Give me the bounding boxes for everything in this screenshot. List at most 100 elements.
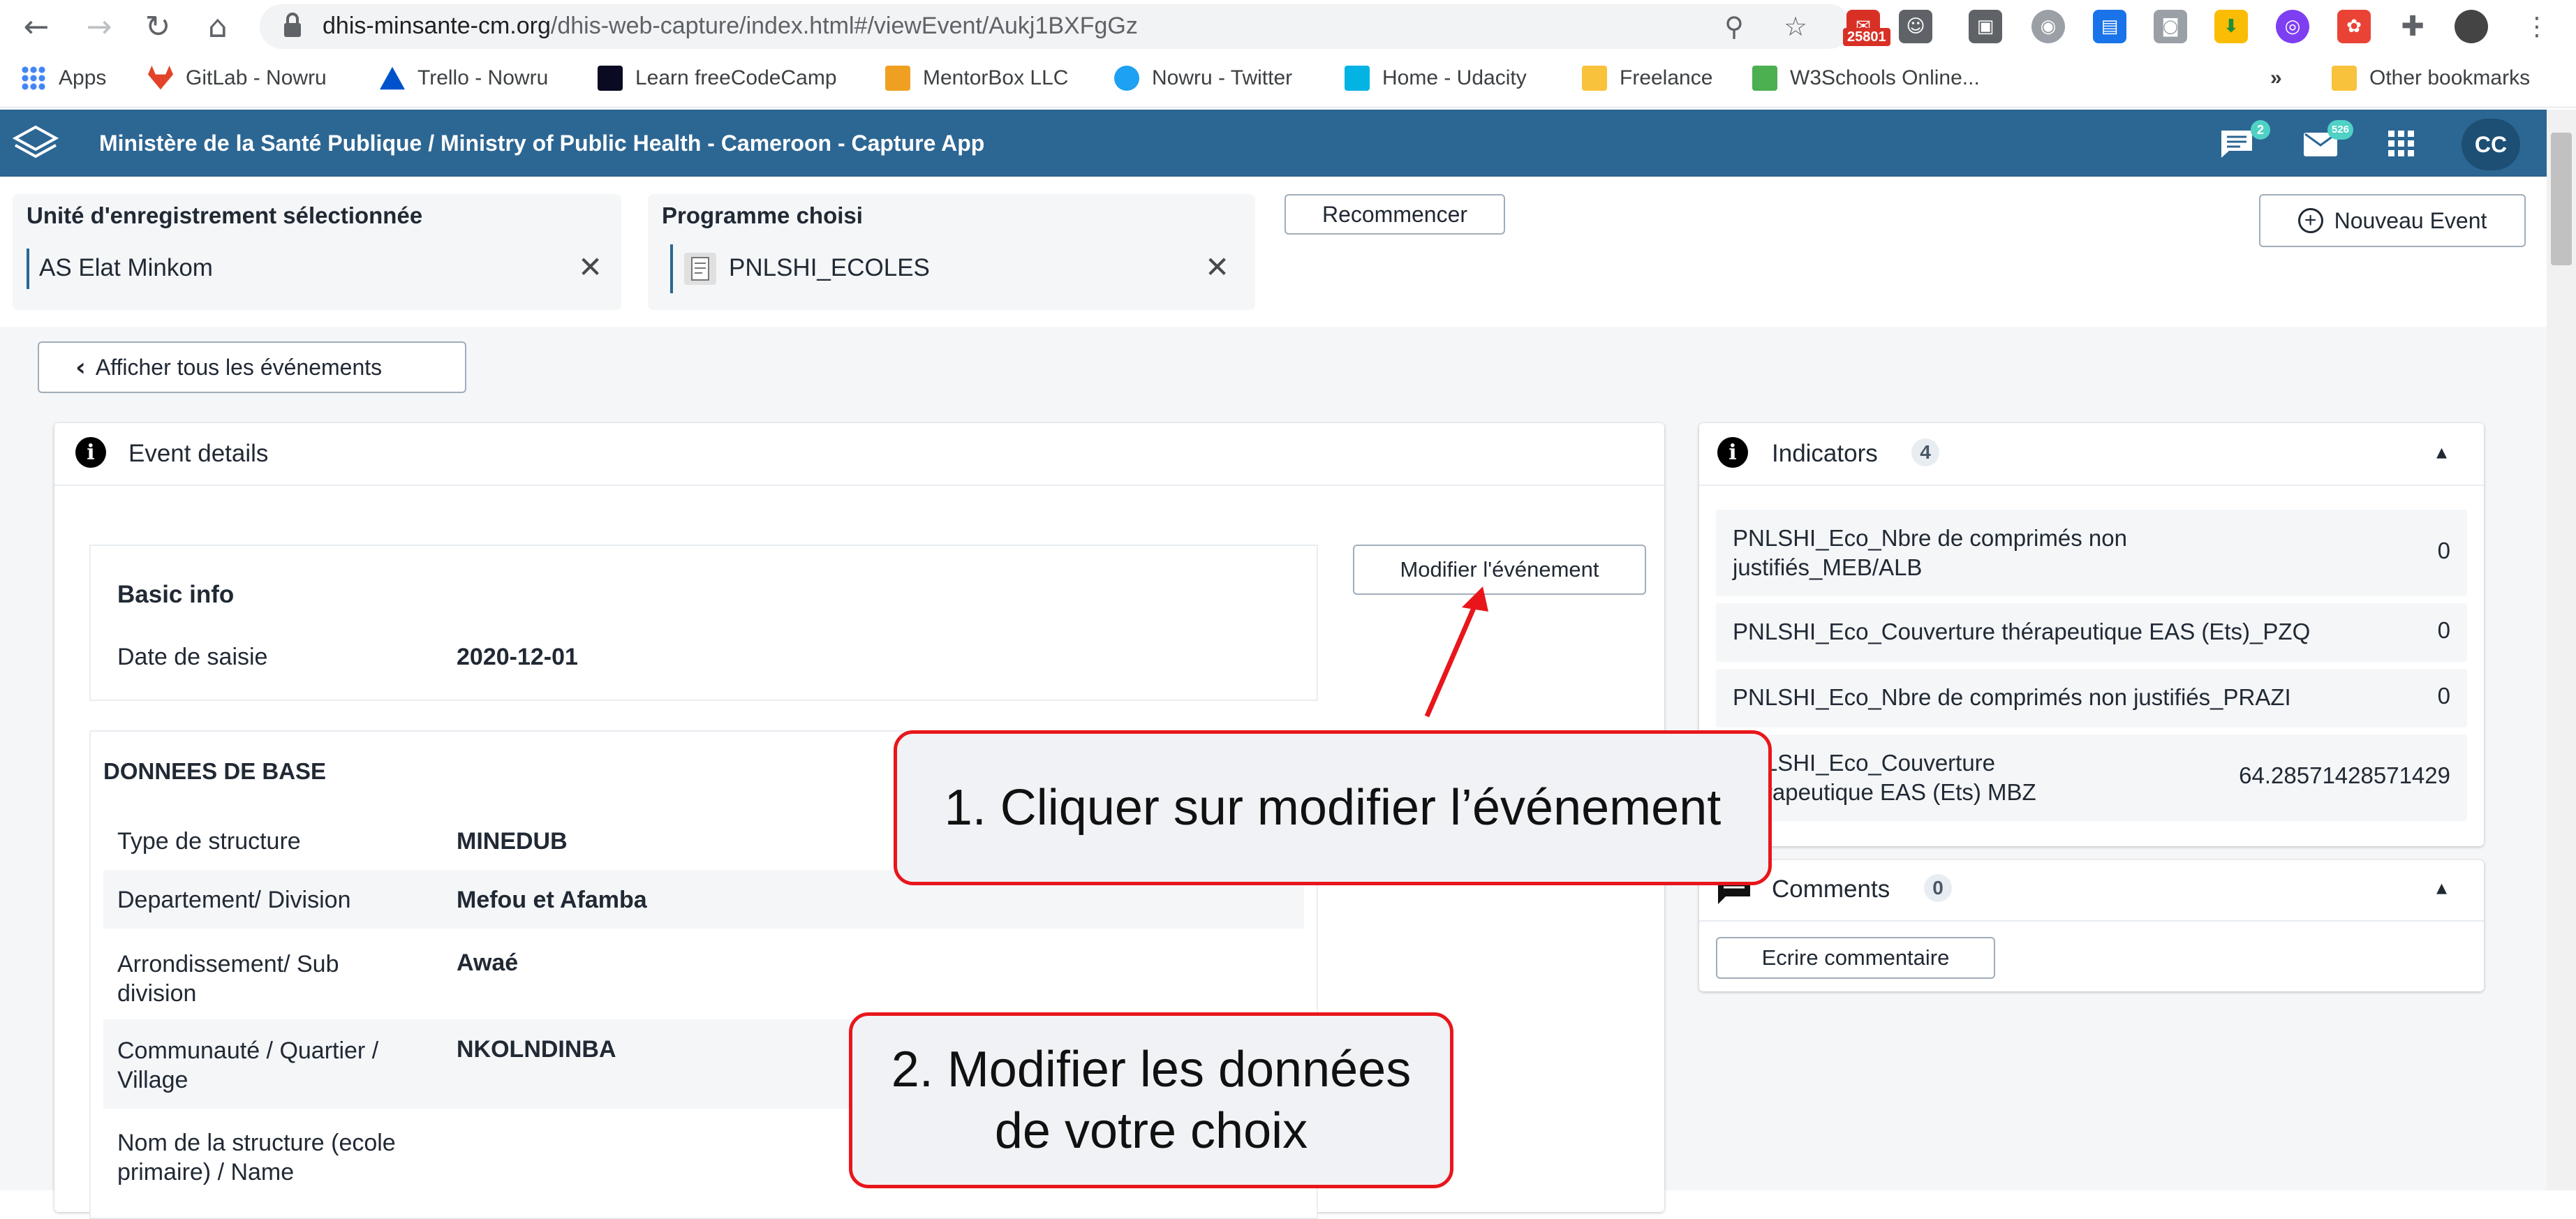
download-extension-icon[interactable]: ⬇ (2214, 10, 2248, 43)
clear-program-icon[interactable]: ✕ (1205, 250, 1229, 284)
extension-icon[interactable]: ✿ (2337, 10, 2371, 43)
apps-grid-icon (21, 66, 46, 91)
restart-button[interactable]: Recommencer (1285, 194, 1505, 235)
w3schools-icon (1752, 66, 1777, 91)
freecodecamp-icon (598, 66, 623, 91)
field-label: Date de saisie (117, 644, 268, 670)
collapse-chevron-icon[interactable]: ▴ (2436, 440, 2447, 464)
gitlab-icon (148, 66, 173, 90)
info-icon: i (75, 437, 106, 468)
home-icon[interactable]: ⌂ (197, 6, 239, 47)
comments-count-badge: 0 (1924, 874, 1952, 902)
scrollbar[interactable] (2547, 110, 2576, 1190)
bookmark-twitter[interactable]: Nowru - Twitter (1114, 63, 1292, 94)
selector-accent (670, 244, 673, 293)
add-circle-icon: + (2297, 208, 2323, 233)
bookmark-label: Freelance (1620, 66, 1713, 89)
indicator-label: PNLSHI_Eco_Nbre de comprimés non justifi… (1733, 525, 2127, 580)
bookmark-gitlab[interactable]: GitLab - Nowru (148, 63, 327, 94)
dhis2-logo-icon[interactable] (12, 123, 59, 163)
indicator-value: 0 (2437, 538, 2450, 563)
annotation-step2: 2. Modifier les données de votre choix (849, 1012, 1453, 1188)
bookmark-trello[interactable]: Trello - Nowru (380, 63, 548, 94)
bookmark-freelance[interactable]: Freelance (1582, 63, 1712, 94)
extension-icon[interactable]: ▤ (2093, 10, 2126, 43)
write-comment-button[interactable]: Ecrire commentaire (1716, 937, 1995, 979)
folder-icon (1582, 66, 1607, 91)
program-form-icon (684, 253, 716, 285)
back-to-events-button[interactable]: ‹ Afficher tous les événements (38, 341, 466, 393)
other-bookmarks[interactable]: Other bookmarks (2332, 63, 2530, 94)
messages-count-badge: 2 (2251, 120, 2270, 140)
extension-icon[interactable]: ▣ (1969, 10, 2002, 43)
apps-grid-icon[interactable] (2382, 124, 2421, 163)
url-domain: dhis-minsante-cm.org (323, 13, 551, 39)
bookmark-label: Apps (59, 66, 107, 89)
info-icon: i (1717, 437, 1748, 468)
bookmark-label: MentorBox LLC (923, 66, 1069, 89)
profile-avatar[interactable] (2455, 10, 2488, 43)
extension-badge: 25801 (1843, 28, 1890, 46)
bookmark-mentorbox[interactable]: MentorBox LLC (885, 63, 1068, 94)
edit-event-button[interactable]: Modifier l'événement (1353, 545, 1646, 595)
field-value: NKOLNDINBA (457, 1036, 616, 1063)
card-divider (1699, 485, 2484, 486)
udacity-icon (1345, 66, 1370, 91)
field-label: Type de structure (117, 828, 301, 855)
zoom-icon[interactable]: ⚲ (1717, 10, 1751, 43)
indicator-value: 64.28571428571429 (2239, 762, 2450, 788)
section-title: DONNEES DE BASE (103, 758, 327, 784)
mail-count-badge: 526 (2327, 120, 2354, 140)
field-value: Mefou et Afamba (457, 887, 647, 913)
annotation-arrow (1424, 586, 1488, 718)
event-details-title: Event details (128, 440, 269, 467)
mentorbox-icon (885, 66, 910, 91)
field-label: Communauté / Quartier / Village (117, 1037, 379, 1093)
indicators-title: Indicators (1772, 440, 1878, 467)
back-to-events-label: Afficher tous les événements (95, 354, 383, 380)
field-label: Departement/ Division (117, 887, 351, 913)
indicators-count-badge: 4 (1911, 438, 1939, 466)
bookmark-label: Home - Udacity (1382, 66, 1527, 89)
app-title: Ministère de la Santé Publique / Ministr… (99, 131, 985, 156)
lock-icon (282, 11, 303, 39)
extension-icon[interactable]: ◎ (2276, 10, 2309, 43)
indicator-item: PNLSHI_Eco_Nbre de comprimés non justifi… (1716, 669, 2467, 727)
url-path: /dhis-web-capture/index.html#/viewEvent/… (550, 13, 1138, 39)
bookmarks-overflow-button[interactable]: » (2270, 63, 2282, 94)
bookmark-freecodecamp[interactable]: Learn freeCodeCamp (598, 63, 837, 94)
twitter-icon (1114, 66, 1139, 91)
bookmark-star-icon[interactable]: ☆ (1779, 10, 1812, 43)
extension-icon[interactable]: ☺ (1899, 10, 1932, 43)
scrollbar-thumb[interactable] (2551, 133, 2572, 265)
new-event-button[interactable]: + Nouveau Event (2259, 194, 2526, 247)
selector-accent (27, 249, 29, 289)
bookmark-label: W3Schools Online... (1790, 66, 1980, 89)
camera-extension-icon[interactable]: ◙ (2154, 10, 2187, 43)
field-value: Awaé (457, 950, 519, 976)
bookmark-w3schools[interactable]: W3Schools Online... (1752, 63, 1980, 94)
puzzle-extensions-icon[interactable]: ✚ (2396, 10, 2429, 43)
program-value: PNLSHI_ECOLES (729, 254, 930, 281)
bookmark-apps[interactable]: Apps (21, 63, 106, 94)
bookmark-label: GitLab - Nowru (186, 66, 327, 89)
browser-menu-icon[interactable]: ⋮ (2516, 6, 2558, 47)
extension-icon[interactable]: ◉ (2031, 10, 2065, 43)
reload-icon[interactable]: ↻ (137, 6, 179, 47)
forward-arrow-icon[interactable]: → (78, 6, 120, 47)
indicator-value: 0 (2437, 617, 2450, 643)
bookmark-udacity[interactable]: Home - Udacity (1345, 63, 1527, 94)
collapse-chevron-icon[interactable]: ▴ (2436, 876, 2447, 900)
new-event-label: Nouveau Event (2334, 207, 2487, 233)
card-divider (54, 485, 1664, 486)
org-unit-label: Unité d'enregistrement sélectionnée (27, 202, 423, 228)
back-arrow-icon[interactable]: ← (15, 6, 57, 47)
indicator-label: PNLSHI_Eco_Couverture thérapeutique EAS … (1733, 750, 2036, 805)
url-text[interactable]: dhis-minsante-cm.org/dhis-web-capture/in… (323, 8, 1138, 43)
trello-icon (380, 66, 405, 90)
field-value: MINEDUB (457, 828, 568, 855)
clear-org-unit-icon[interactable]: ✕ (578, 250, 602, 284)
user-avatar[interactable]: CC (2462, 119, 2520, 170)
bookmark-label: Nowru - Twitter (1152, 66, 1293, 89)
field-row: Arrondissement/ Sub division Awaé (103, 930, 1304, 1018)
